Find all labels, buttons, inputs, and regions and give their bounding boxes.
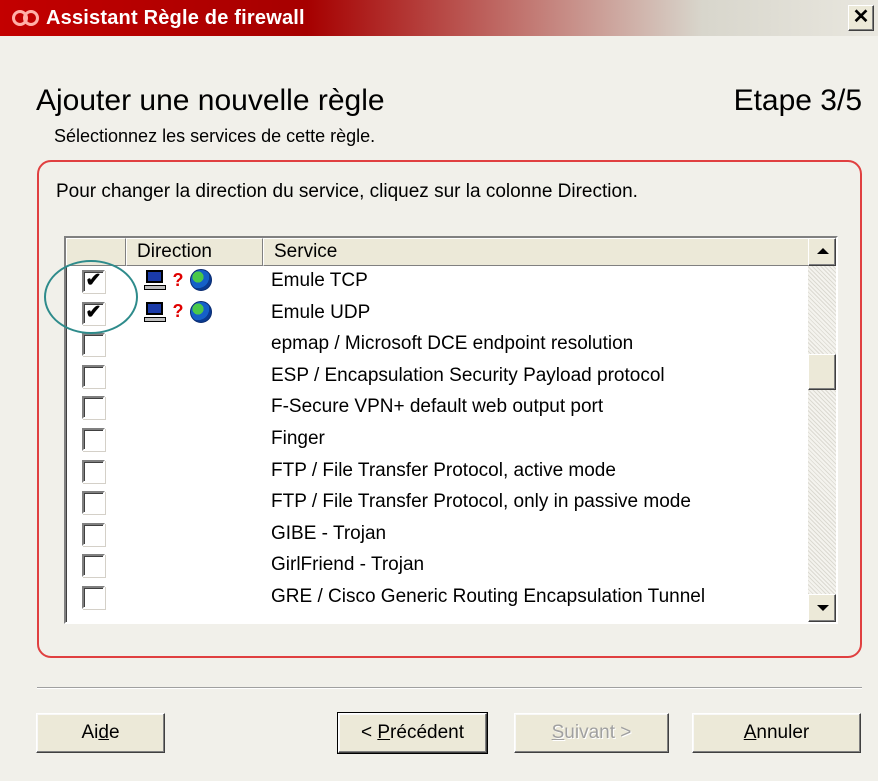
close-button[interactable]: ✕ <box>848 5 874 31</box>
direction-cell[interactable]: ? <box>144 300 212 323</box>
table-row[interactable]: ✔? Emule UDP <box>66 298 810 330</box>
unknown-direction-icon: ? <box>172 301 184 322</box>
unknown-direction-icon: ? <box>172 269 184 290</box>
window-title: Assistant Règle de firewall <box>46 6 305 29</box>
service-name: Finger <box>271 427 325 449</box>
row-checkbox[interactable] <box>82 585 105 609</box>
separator-line <box>37 687 862 689</box>
table-row[interactable]: ✔? Emule TCP <box>66 266 810 298</box>
table-row[interactable]: FTP / File Transfer Protocol, only in pa… <box>66 487 810 519</box>
service-name: GirlFriend - Trojan <box>271 554 425 576</box>
table-row[interactable]: GirlFriend - Trojan <box>66 550 810 582</box>
scroll-up-button[interactable] <box>808 238 836 266</box>
direction-cell[interactable]: ? <box>144 269 212 291</box>
row-checkbox[interactable] <box>82 427 105 451</box>
cancel-button[interactable]: Annuler <box>692 713 861 753</box>
f-secure-logo-icon <box>12 10 40 26</box>
computer-icon <box>144 301 166 323</box>
column-header-service[interactable]: Service <box>263 238 810 266</box>
services-list[interactable]: Direction Service ✔? Emule TCP ✔? Emule UDP… <box>64 236 838 624</box>
computer-icon <box>144 269 166 291</box>
scrollbar-thumb[interactable] <box>808 353 836 390</box>
row-checkbox[interactable] <box>82 364 105 388</box>
table-row[interactable]: Finger <box>66 424 810 456</box>
service-name: Emule UDP <box>271 301 371 323</box>
row-checkbox[interactable] <box>82 459 105 483</box>
arrow-up-icon <box>817 248 829 254</box>
internet-globe-icon <box>190 269 212 291</box>
previous-button[interactable]: < Précédent <box>337 712 488 754</box>
row-checkbox[interactable] <box>82 491 105 515</box>
table-row[interactable]: FTP / File Transfer Protocol, active mod… <box>66 456 810 488</box>
table-row[interactable]: GRE / Cisco Generic Routing Encapsulatio… <box>66 582 810 614</box>
list-rows: ✔? Emule TCP ✔? Emule UDP epmap / Microsoft … <box>66 266 810 614</box>
page-title: Ajouter une nouvelle règle <box>36 84 385 117</box>
table-row[interactable]: F-Secure VPN+ default web output port <box>66 392 810 424</box>
table-row[interactable]: ESP / Encapsulation Security Payload pro… <box>66 361 810 393</box>
service-name: ESP / Encapsulation Security Payload pro… <box>271 364 665 386</box>
page-subtitle: Sélectionnez les services de cette règle… <box>54 126 376 146</box>
service-name: FTP / File Transfer Protocol, active mod… <box>271 459 616 481</box>
row-checkbox[interactable] <box>82 522 105 546</box>
table-row[interactable]: GIBE - Trojan <box>66 519 810 551</box>
row-checkbox[interactable] <box>82 333 105 357</box>
scroll-down-button[interactable] <box>808 594 836 622</box>
row-checkbox[interactable] <box>82 396 105 420</box>
row-checkbox[interactable] <box>82 554 105 578</box>
row-checkbox[interactable]: ✔ <box>82 301 105 325</box>
table-row[interactable]: epmap / Microsoft DCE endpoint resolutio… <box>66 329 810 361</box>
instruction-text: Pour changer la direction du service, cl… <box>56 181 638 202</box>
step-indicator: Etape 3/5 <box>733 84 862 117</box>
service-name: Emule TCP <box>271 270 368 291</box>
column-header-direction[interactable]: Direction <box>126 238 263 266</box>
list-header: Direction Service <box>66 238 810 266</box>
internet-globe-icon <box>190 300 212 323</box>
service-name: F-Secure VPN+ default web output port <box>271 396 604 418</box>
next-button[interactable]: Suivant > <box>514 713 669 753</box>
service-name: FTP / File Transfer Protocol, only in pa… <box>271 491 691 513</box>
arrow-down-icon <box>817 605 829 611</box>
service-name: GIBE - Trojan <box>271 522 387 544</box>
title-bar: Assistant Règle de firewall ✕ <box>0 0 878 36</box>
service-name: GRE / Cisco Generic Routing Encapsulatio… <box>271 585 706 607</box>
row-checkbox[interactable]: ✔ <box>82 270 105 293</box>
column-header-check[interactable] <box>66 238 126 266</box>
help-button[interactable]: Aide <box>36 713 165 753</box>
close-icon: ✕ <box>852 6 870 28</box>
vertical-scrollbar[interactable] <box>808 238 836 622</box>
service-name: epmap / Microsoft DCE endpoint resolutio… <box>271 333 634 355</box>
